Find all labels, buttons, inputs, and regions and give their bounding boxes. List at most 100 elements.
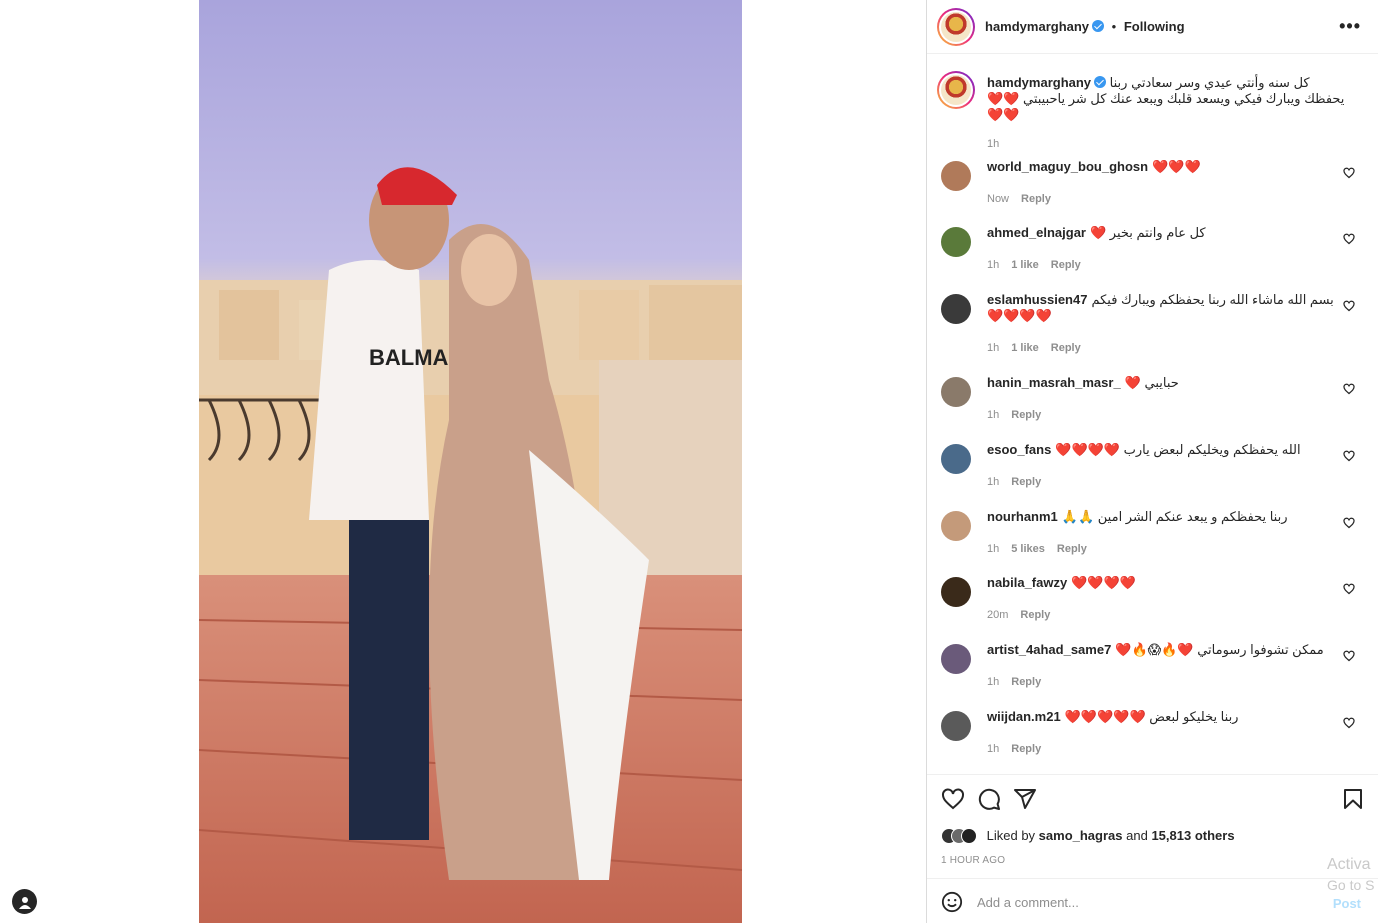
- comment-input[interactable]: [977, 891, 1307, 913]
- comment-heart-icon[interactable]: [1343, 517, 1355, 529]
- comment-text: كل عام وانتم بخير ❤️: [1090, 225, 1206, 240]
- send-icon[interactable]: [1013, 787, 1037, 811]
- comment-icon[interactable]: [977, 787, 1001, 811]
- caption-username[interactable]: hamdymarghany: [987, 75, 1091, 90]
- reply-button[interactable]: Reply: [1051, 259, 1081, 271]
- comment-text: ممكن تشوفوا رسوماتي ❤️🔥😱🔥❤️: [1115, 642, 1324, 657]
- comment-time[interactable]: 1h: [987, 676, 999, 688]
- comment-time[interactable]: 1h: [987, 409, 999, 421]
- user-tag-icon[interactable]: [12, 889, 37, 914]
- commenter-avatar[interactable]: [941, 577, 971, 607]
- comment-meta: 1h Reply: [987, 409, 1053, 421]
- author-avatar[interactable]: [937, 8, 975, 46]
- commenter-avatar[interactable]: [941, 294, 971, 324]
- caption-avatar[interactable]: [937, 71, 975, 109]
- commenter-username[interactable]: world_maguy_bou_ghosn: [987, 159, 1148, 174]
- commenter-username[interactable]: artist_4ahad_same7: [987, 642, 1111, 657]
- liked-by-others[interactable]: 15,813 others: [1151, 828, 1234, 843]
- commenter-username[interactable]: nourhanm1: [987, 509, 1058, 524]
- commenter-avatar[interactable]: [941, 227, 971, 257]
- comment-heart-icon[interactable]: [1343, 300, 1355, 312]
- comment-meta: 1h Reply: [987, 476, 1053, 488]
- post-header: hamdymarghany • Following •••: [927, 0, 1378, 54]
- comment-heart-icon[interactable]: [1343, 450, 1355, 462]
- caption-time[interactable]: 1h: [987, 138, 999, 150]
- reply-button[interactable]: Reply: [1011, 743, 1041, 755]
- comment-text-block: wiijdan.m21 ربنا يخليكو لبعض ❤️❤️❤️❤️❤️: [987, 709, 1337, 725]
- comment-time[interactable]: 1h: [987, 342, 999, 354]
- comment-likes[interactable]: 5 likes: [1011, 543, 1045, 555]
- post-photo[interactable]: BALMA: [199, 0, 742, 923]
- more-options-icon[interactable]: •••: [1339, 16, 1361, 37]
- comment-text-block: nourhanm1 ربنا يحفظكم و يبعد عنكم الشر ام…: [987, 509, 1337, 525]
- header-user-info: hamdymarghany • Following: [985, 19, 1185, 34]
- commenter-username[interactable]: ahmed_elnajgar: [987, 225, 1086, 240]
- reply-button[interactable]: Reply: [1011, 676, 1041, 688]
- comment-meta: 1h 5 likes Reply: [987, 543, 1099, 555]
- comment-heart-icon[interactable]: [1343, 383, 1355, 395]
- following-button[interactable]: Following: [1124, 19, 1185, 34]
- comment-heart-icon[interactable]: [1343, 650, 1355, 662]
- comment-text: الله يحفظكم ويخليكم لبعض يارب ❤️❤️❤️❤️: [1055, 442, 1301, 457]
- comment-text-block: hanin_masrah_masr_ حبايبي ❤️: [987, 375, 1337, 391]
- comment-item: eslamhussien47 بسم الله ماشاء الله ربنا ي…: [941, 292, 1361, 354]
- comment-time[interactable]: 20m: [987, 609, 1008, 621]
- comment-time[interactable]: 1h: [987, 543, 999, 555]
- author-username[interactable]: hamdymarghany: [985, 19, 1089, 34]
- comment-text: ربنا يحفظكم و يبعد عنكم الشر امين 🙏🙏: [1061, 509, 1288, 524]
- reply-button[interactable]: Reply: [1057, 543, 1087, 555]
- comment-time[interactable]: 1h: [987, 743, 999, 755]
- comment-text-block: ahmed_elnajgar كل عام وانتم بخير ❤️: [987, 225, 1337, 241]
- comment-meta: 1h 1 like Reply: [987, 259, 1093, 271]
- comment-text-block: nabila_fawzy ❤️❤️❤️❤️: [987, 575, 1337, 591]
- comment-likes[interactable]: 1 like: [1011, 342, 1039, 354]
- add-comment-bar: Post: [927, 878, 1378, 923]
- comment-item: nabila_fawzy ❤️❤️❤️❤️ 20m Reply: [941, 575, 1361, 635]
- watermark-line1: Activa: [1327, 856, 1371, 873]
- comment-likes[interactable]: 1 like: [1011, 259, 1039, 271]
- commenter-avatar[interactable]: [941, 377, 971, 407]
- commenter-avatar[interactable]: [941, 444, 971, 474]
- reply-button[interactable]: Reply: [1020, 609, 1050, 621]
- comments-list[interactable]: hamdymarghany كل سنه وأنتي عيدي وسر سعاد…: [927, 54, 1378, 774]
- comment-text-block: eslamhussien47 بسم الله ماشاء الله ربنا ي…: [987, 292, 1337, 324]
- reply-button[interactable]: Reply: [1011, 409, 1041, 421]
- commenter-username[interactable]: wiijdan.m21: [987, 709, 1061, 724]
- commenter-avatar[interactable]: [941, 644, 971, 674]
- commenter-avatar[interactable]: [941, 511, 971, 541]
- post-timestamp[interactable]: 1 HOUR AGO: [941, 855, 1005, 866]
- comment-heart-icon[interactable]: [1343, 717, 1355, 729]
- commenter-username[interactable]: esoo_fans: [987, 442, 1051, 457]
- verified-icon: [1094, 76, 1107, 88]
- dot-separator: •: [1111, 19, 1117, 34]
- comment-item: esoo_fans الله يحفظكم ويخليكم لبعض يارب ❤…: [941, 442, 1361, 502]
- comment-heart-icon[interactable]: [1343, 233, 1355, 245]
- liked-by-text: Liked by samo_hagras and 15,813 others: [987, 828, 1235, 843]
- post-actions: Liked by samo_hagras and 15,813 others 1…: [927, 774, 1378, 923]
- commenter-username[interactable]: nabila_fawzy: [987, 575, 1067, 590]
- emoji-icon[interactable]: [941, 891, 963, 913]
- photo-illustration: BALMA: [199, 0, 742, 923]
- commenter-username[interactable]: hanin_masrah_masr_: [987, 375, 1121, 390]
- liked-by-row[interactable]: Liked by samo_hagras and 15,813 others: [941, 827, 1235, 847]
- comment-item: ahmed_elnajgar كل عام وانتم بخير ❤️ 1h 1 li…: [941, 225, 1361, 285]
- comment-time[interactable]: 1h: [987, 476, 999, 488]
- heart-icon[interactable]: [941, 787, 965, 811]
- liked-by-user[interactable]: samo_hagras: [1039, 828, 1123, 843]
- bookmark-icon[interactable]: [1341, 787, 1365, 811]
- reply-button[interactable]: Reply: [1011, 476, 1041, 488]
- commenter-avatar[interactable]: [941, 711, 971, 741]
- commenter-avatar[interactable]: [941, 161, 971, 191]
- comment-time[interactable]: Now: [987, 193, 1009, 205]
- comment-heart-icon[interactable]: [1343, 167, 1355, 179]
- post-comment-button[interactable]: Post: [1333, 896, 1361, 911]
- commenter-username[interactable]: eslamhussien47: [987, 292, 1087, 307]
- reply-button[interactable]: Reply: [1051, 342, 1081, 354]
- comment-time[interactable]: 1h: [987, 259, 999, 271]
- verified-icon: [1092, 20, 1105, 32]
- comment-meta: Now Reply: [987, 193, 1063, 205]
- comment-heart-icon[interactable]: [1343, 583, 1355, 595]
- liked-by-and: and: [1126, 828, 1148, 844]
- comment-item: world_maguy_bou_ghosn ❤️❤️❤️ Now Reply: [941, 159, 1361, 219]
- reply-button[interactable]: Reply: [1021, 193, 1051, 205]
